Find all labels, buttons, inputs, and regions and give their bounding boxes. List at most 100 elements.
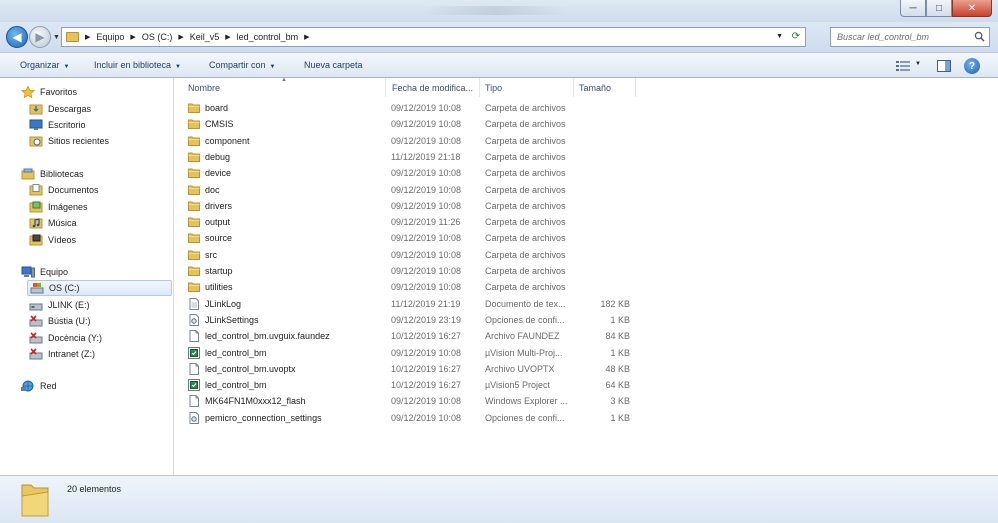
file-row[interactable]: led_control_bm.uvoptx 10/12/2019 16:27 Arc… <box>175 361 998 377</box>
maximize-button[interactable]: □ <box>926 0 952 17</box>
file-row[interactable]: component 09/12/2019 10:08 Carpeta de arch… <box>175 133 998 149</box>
address-bar[interactable]: ▶ Equipo ▶ OS (C:) ▶ Keil_v5 ▶ led_contr… <box>61 27 806 47</box>
column-size[interactable]: Tamaño <box>574 78 636 97</box>
breadcrumb-equipo[interactable]: Equipo <box>96 32 124 42</box>
file-row[interactable]: startup 09/12/2019 10:08 Carpeta de archiv… <box>175 263 998 279</box>
chevron-right-icon[interactable]: ▶ <box>85 33 90 41</box>
file-name-cell[interactable]: pemicro_connection_settings <box>188 410 393 426</box>
file-type: Windows Explorer ... <box>485 396 568 407</box>
share-with-button[interactable]: Compartir con ▼ <box>209 60 275 70</box>
file-name-cell[interactable]: debug <box>188 149 393 165</box>
chevron-right-icon[interactable]: ▶ <box>304 33 309 41</box>
file-row[interactable]: JLinkSettings 09/12/2019 23:19 Opciones de… <box>175 312 998 328</box>
nav-videos[interactable]: Vídeos <box>29 232 76 248</box>
file-row[interactable]: device 09/12/2019 10:08 Carpeta de archivo… <box>175 165 998 181</box>
file-row[interactable]: source 09/12/2019 10:08 Carpeta de archivo… <box>175 230 998 246</box>
file-row[interactable]: JLinkLog 11/12/2019 21:19 Documento de tex… <box>175 296 998 312</box>
nav-favorites[interactable]: Favoritos <box>21 84 77 100</box>
file-row[interactable]: led_control_bm 09/12/2019 10:08 µVision Mu… <box>175 345 998 361</box>
file-name-cell[interactable]: board <box>188 100 393 116</box>
search-input[interactable] <box>831 28 971 46</box>
nav-network[interactable]: Red <box>21 378 57 394</box>
nav-downloads[interactable]: Descargas <box>29 101 91 117</box>
file-name-cell[interactable]: utilities <box>188 279 393 295</box>
file-size <box>575 263 630 279</box>
chevron-right-icon[interactable]: ▶ <box>130 33 135 41</box>
chevron-right-icon[interactable]: ▶ <box>225 33 230 41</box>
network-icon <box>21 380 34 392</box>
file-name: component <box>205 135 250 146</box>
nav-documents[interactable]: Documentos <box>29 182 99 198</box>
preview-pane-button[interactable] <box>937 58 951 74</box>
nav-recent-places[interactable]: Sitios recientes <box>29 133 109 149</box>
file-row[interactable]: debug 11/12/2019 21:18 Carpeta de archivos <box>175 149 998 165</box>
file-name-cell[interactable]: led_control_bm <box>188 345 393 361</box>
file-name-cell[interactable]: startup <box>188 263 393 279</box>
column-date-modified[interactable]: Fecha de modifica... <box>386 78 480 97</box>
forward-button[interactable]: ▶ <box>29 26 51 48</box>
file-name-cell[interactable]: CMSIS <box>188 116 393 132</box>
nav-drive-e[interactable]: JLINK (E:) <box>29 297 90 313</box>
file-type: Carpeta de archivos <box>485 151 566 162</box>
file-name-cell[interactable]: source <box>188 230 393 246</box>
views-dropdown-icon[interactable]: ▼ <box>915 61 921 67</box>
file-name-cell[interactable]: drivers <box>188 198 393 214</box>
file-row[interactable]: doc 09/12/2019 10:08 Carpeta de archivos <box>175 182 998 198</box>
new-folder-button[interactable]: Nueva carpeta <box>304 60 363 70</box>
folder-icon <box>188 249 200 261</box>
nav-drive-y[interactable]: Docència (Y:) <box>29 330 102 346</box>
change-view-button[interactable] <box>896 58 910 74</box>
address-dropdown-icon[interactable]: ▼ <box>776 33 783 40</box>
file-row[interactable]: output 09/12/2019 11:26 Carpeta de archivo… <box>175 214 998 230</box>
column-type[interactable]: Tipo <box>480 78 574 97</box>
music-icon <box>29 218 43 229</box>
file-name-cell[interactable]: output <box>188 214 393 230</box>
file-row[interactable]: pemicro_connection_settings 09/12/2019 10… <box>175 410 998 426</box>
nav-drive-u[interactable]: Bústia (U:) <box>29 313 91 329</box>
file-size: 48 KB <box>605 363 630 374</box>
chevron-right-icon[interactable]: ▶ <box>178 33 183 41</box>
file-name-cell[interactable]: JLinkLog <box>188 296 393 312</box>
file-row[interactable]: CMSIS 09/12/2019 10:08 Carpeta de archivos <box>175 116 998 132</box>
minimize-button[interactable]: ─ <box>900 0 926 17</box>
column-name[interactable]: Nombre <box>175 78 386 97</box>
file-row[interactable]: drivers 09/12/2019 10:08 Carpeta de archiv… <box>175 198 998 214</box>
file-name-cell[interactable]: led_control_bm <box>188 377 393 393</box>
back-button[interactable]: ◀ <box>6 26 28 48</box>
file-name-cell[interactable]: doc <box>188 182 393 198</box>
include-library-button[interactable]: Incluir en biblioteca ▼ <box>94 60 181 70</box>
refresh-icon[interactable]: ⟳ <box>792 31 800 42</box>
file-row[interactable]: MK64FN1M0xxx12_flash 09/12/2019 10:08 Wind… <box>175 393 998 409</box>
file-name-cell[interactable]: led_control_bm.uvoptx <box>188 361 393 377</box>
file-row[interactable]: led_control_bm.uvguix.faundez 10/12/2019 … <box>175 328 998 344</box>
file-type: µVision Multi-Proj... <box>485 347 563 358</box>
nav-music[interactable]: Música <box>29 215 77 231</box>
file-row[interactable]: board 09/12/2019 10:08 Carpeta de archivos <box>175 100 998 116</box>
file-name-cell[interactable]: src <box>188 247 393 263</box>
close-button[interactable]: ✕ <box>952 0 992 17</box>
file-name-cell[interactable]: led_control_bm.uvguix.faundez <box>188 328 393 344</box>
breadcrumb-led-control-bm[interactable]: led_control_bm <box>237 32 299 42</box>
history-dropdown-icon[interactable]: ▼ <box>53 34 60 41</box>
nav-drive-c[interactable]: OS (C:) <box>27 280 172 296</box>
nav-libraries[interactable]: Bibliotecas <box>21 166 84 182</box>
file-name-cell[interactable]: MK64FN1M0xxx12_flash <box>188 393 393 409</box>
file-name-cell[interactable]: JLinkSettings <box>188 312 393 328</box>
help-icon[interactable]: ? <box>964 58 980 74</box>
file-name-cell[interactable]: component <box>188 133 393 149</box>
nav-images[interactable]: Imágenes <box>29 199 88 215</box>
file-row[interactable]: src 09/12/2019 10:08 Carpeta de archivos <box>175 247 998 263</box>
breadcrumb-os-c[interactable]: OS (C:) <box>142 32 173 42</box>
search-icon[interactable] <box>974 31 985 42</box>
file-row[interactable]: led_control_bm 10/12/2019 16:27 µVision5 P… <box>175 377 998 393</box>
nav-label: Descargas <box>48 104 92 114</box>
nav-desktop[interactable]: Escritorio <box>29 117 86 133</box>
nav-drive-z[interactable]: Intranet (Z:) <box>29 346 95 362</box>
breadcrumb-keil[interactable]: Keil_v5 <box>190 32 220 42</box>
file-name-cell[interactable]: device <box>188 165 393 181</box>
file-date: 09/12/2019 10:08 <box>391 282 462 293</box>
file-row[interactable]: utilities 09/12/2019 10:08 Carpeta de arch… <box>175 279 998 295</box>
nav-computer[interactable]: Equipo <box>21 264 68 280</box>
organize-button[interactable]: Organizar ▼ <box>20 60 69 70</box>
disconnected-network-drive-icon <box>29 315 43 327</box>
